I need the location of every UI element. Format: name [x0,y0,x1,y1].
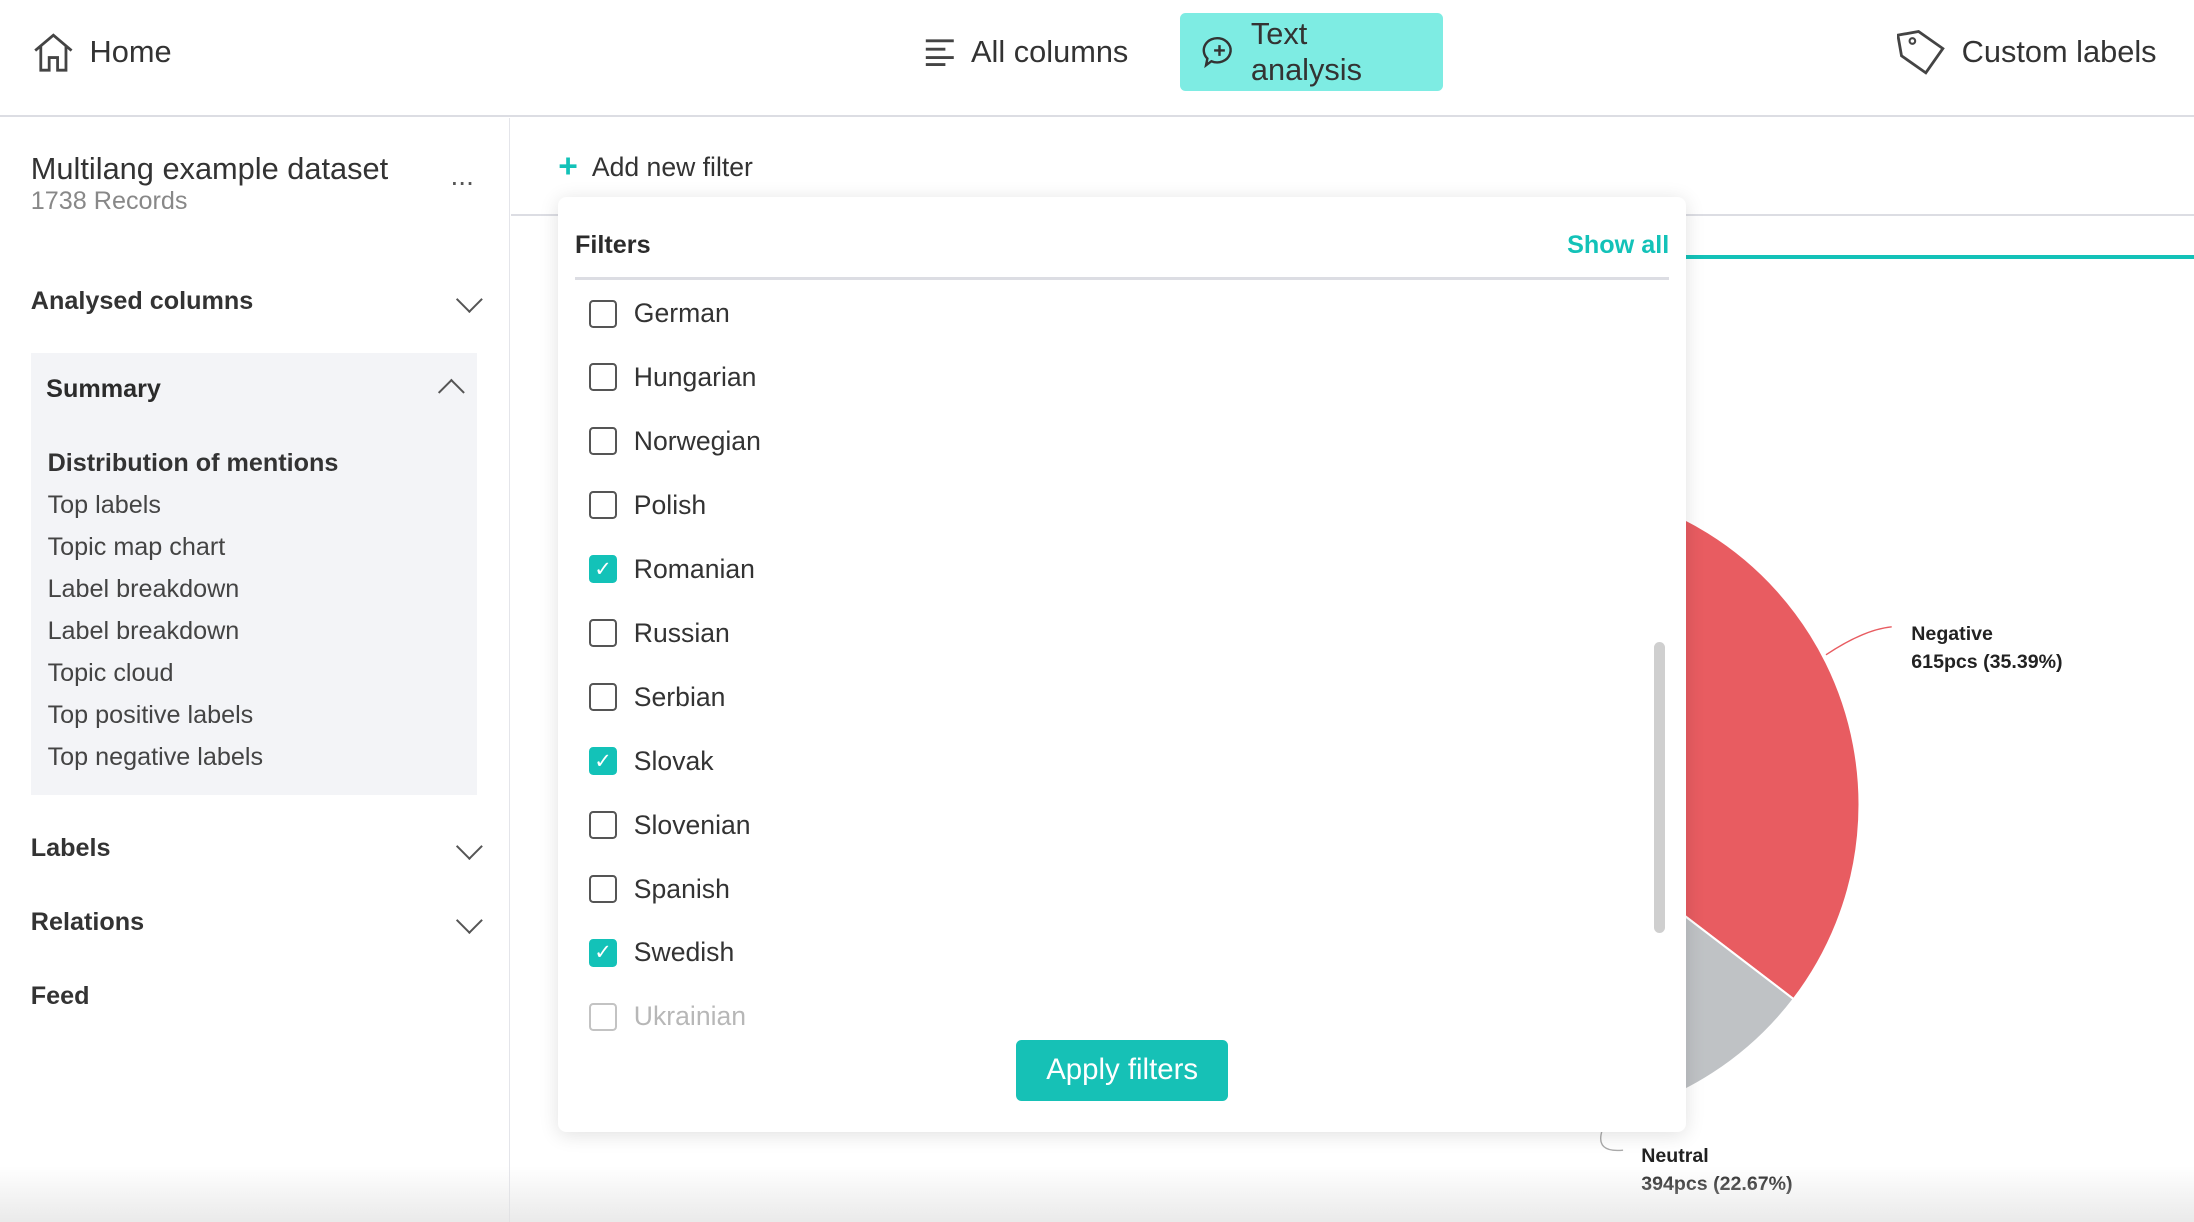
summary-item[interactable]: Distribution of mentions [48,449,339,478]
summary-item[interactable]: Topic map chart [48,533,226,562]
section-feed[interactable]: Feed [31,982,479,1011]
chat-bubble-icon [1202,36,1232,69]
nav-text-analysis[interactable]: Text analysis [1179,12,1443,91]
home-icon [34,33,73,72]
filter-option-label: Norwegian [633,425,761,456]
checkbox[interactable] [589,811,618,840]
filter-option-label: Spanish [633,873,730,904]
sidebar: Multilang example dataset 1738 Records .… [0,117,511,1222]
filter-option[interactable]: ✓ Romanian [589,554,755,585]
filter-option-label: Slovak [633,745,714,776]
filter-option-label: Hungarian [633,361,757,392]
dataset-record-count: 1738 Records [30,187,188,216]
filter-option[interactable]: Russian [589,618,730,649]
chevron-up-icon[interactable] [437,379,465,407]
checkbox[interactable] [589,683,618,712]
section-label: Analysed columns [30,286,254,315]
nav-custom-labels-label: Custom labels [1961,33,2157,69]
checkbox[interactable] [589,491,618,520]
nav-all-columns[interactable]: All columns [901,13,1151,91]
filter-option[interactable]: Ukrainian [589,1001,746,1032]
filter-option-label: Polish [633,489,707,520]
summary-item[interactable]: Top positive labels [48,701,254,730]
summary-item[interactable]: Top negative labels [48,743,264,772]
chevron-down-icon [455,832,483,860]
summary-item[interactable]: Label breakdown [48,575,240,604]
filter-option[interactable]: ✓ Swedish [589,937,734,968]
filters-dropdown: Filters Show all German Hungarian Norwegia… [558,197,1687,1132]
checkbox-checked[interactable]: ✓ [589,747,618,776]
filter-option[interactable]: Hungarian [589,362,756,393]
chevron-down-icon [455,285,483,313]
section-label: Labels [30,833,111,862]
scrollbar[interactable] [1653,642,1666,934]
checkbox[interactable] [589,427,618,456]
section-labels[interactable]: Labels [30,832,483,863]
nav-custom-labels[interactable]: Custom labels [1875,13,2179,91]
section-label: Relations [30,908,145,937]
summary-item[interactable]: Topic cloud [48,659,174,688]
checkbox[interactable] [589,299,618,328]
dataset-title: Multilang example dataset [30,151,389,187]
nav-all-columns-label: All columns [971,33,1129,69]
filter-option[interactable]: Polish [589,490,706,521]
filter-option-label: Swedish [633,937,735,968]
checkbox[interactable] [589,619,618,648]
summary-header[interactable]: Summary [46,375,161,404]
filter-option-label: Romanian [633,553,755,584]
filter-option-label: Ukrainian [633,1001,747,1032]
filters-title: Filters [575,230,651,259]
pie-label-name: Neutral [1641,1145,1709,1168]
checkbox[interactable] [589,875,618,903]
summary-item[interactable]: Top labels [48,491,161,520]
nav-text-analysis-label: Text analysis [1250,15,1362,87]
nav-home[interactable]: Home [8,13,194,91]
pie-data-label: Neutral 394pcs (22.67%) [1641,1143,1792,1199]
section-analysed-columns[interactable]: Analysed columns [30,285,483,316]
nav-home-label: Home [89,33,172,69]
checkbox[interactable] [589,1002,618,1031]
checkbox-checked[interactable]: ✓ [589,938,618,967]
show-all-link[interactable]: Show all [1567,231,1669,260]
filter-option[interactable]: Spanish [589,874,730,905]
filter-option[interactable]: Serbian [589,682,725,713]
summary-item[interactable]: Label breakdown [48,617,240,646]
pie-label-name: Negative [1911,623,1993,646]
pie-label-value: 615pcs (35.39%) [1911,651,2063,674]
filter-option-label: Serbian [633,681,726,712]
divider [575,277,1670,280]
filter-option-label: Slovenian [633,809,751,840]
chevron-down-icon [455,906,483,934]
filter-option[interactable]: Slovenian [589,809,751,841]
filter-option[interactable]: ✓ Slovak [589,746,714,777]
filter-option[interactable]: German [589,298,730,329]
filter-option[interactable]: Norwegian [589,426,761,457]
pie-label-value: 394pcs (22.67%) [1641,1173,1793,1196]
checkbox-checked[interactable]: ✓ [589,555,618,584]
tag-icon [1897,29,1946,75]
pie-data-label: Negative 615pcs (35.39%) [1911,621,2062,677]
apply-filters-button[interactable]: Apply filters [1015,1039,1229,1102]
list-icon [926,39,955,66]
filter-option-label: German [633,298,730,329]
checkbox[interactable] [589,363,618,392]
top-navigation: Home All columns Text analysis Custom la… [0,0,2194,117]
filter-option-label: Russian [633,617,730,648]
section-relations[interactable]: Relations [30,906,483,937]
more-options-button[interactable]: ... [451,160,474,192]
